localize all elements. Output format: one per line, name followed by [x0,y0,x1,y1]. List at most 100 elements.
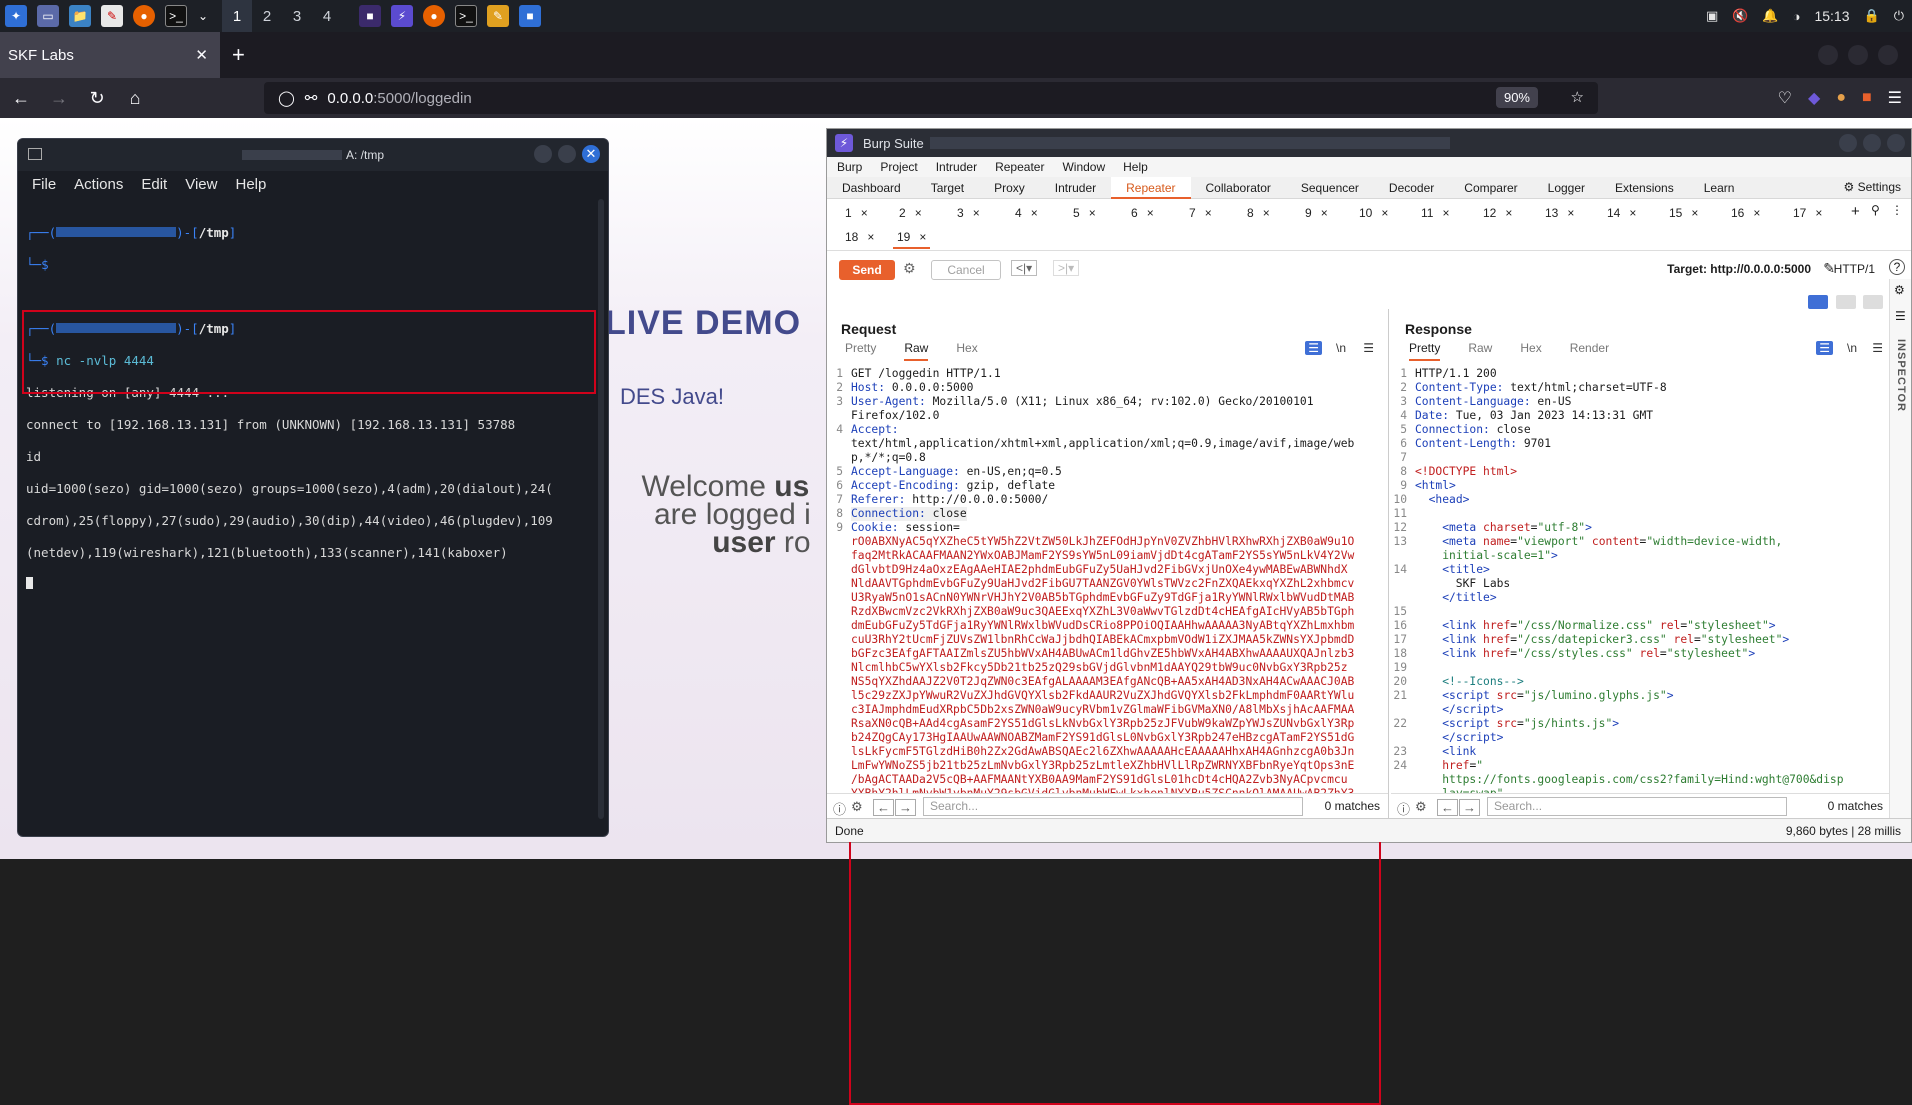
power-icon[interactable]: ◑ [1793,9,1801,24]
request-editor[interactable]: 1 GET /loggedin HTTP/1.1 2 Host: 0.0.0.0:50… [827,367,1388,797]
app-window-icon[interactable]: ■ [359,5,381,27]
file-manager-icon[interactable]: 📁 [69,5,91,27]
close-tab-icon[interactable]: ✕ [195,46,208,64]
cancel-button[interactable]: Cancel [931,260,1001,280]
minimize-icon[interactable] [1818,45,1838,65]
extension-icon[interactable]: ◆ [1808,88,1820,108]
menu-help[interactable]: Help [235,176,266,193]
request-search-input[interactable]: Search... [923,797,1303,816]
repeater-tab-active[interactable]: 19 × [893,225,931,249]
burp-window-icon[interactable]: ⚡ [391,5,413,27]
prev-match-icon[interactable]: ← [873,799,894,816]
menu-file[interactable]: File [32,176,56,193]
next-match-icon[interactable]: → [1459,799,1480,816]
tab-hex[interactable]: Hex [1520,341,1541,361]
list-icon[interactable]: ☰ [1895,309,1906,323]
bookmark-star-icon[interactable]: ☆ [1571,88,1584,106]
firefox-window-icon[interactable]: ● [423,5,445,27]
app-menu-icon[interactable]: ☰ [1888,88,1902,108]
repeater-tab[interactable]: 6 × [1131,201,1154,225]
zoom-badge[interactable]: 90% [1495,87,1538,108]
close-window-icon[interactable] [1878,45,1898,65]
newline-toggle-icon[interactable]: \n [1847,341,1857,355]
logout-icon[interactable]: ⏻ [1894,8,1904,24]
repeater-tab[interactable]: 8 × [1247,201,1270,225]
tool-dashboard[interactable]: Dashboard [827,177,916,199]
tool-logger[interactable]: Logger [1533,177,1600,199]
chevron-down-icon[interactable]: ⌄ [197,5,209,27]
help-icon[interactable]: ⓘ [833,799,846,818]
minimize-icon[interactable] [534,145,552,163]
inspector-label[interactable]: INSPECTOR [1895,339,1907,412]
pretty-toggle-icon[interactable]: ☰ [1305,341,1322,355]
repeater-tab[interactable]: 15 × [1669,201,1698,225]
repeater-tab[interactable]: 10 × [1359,201,1388,225]
tab-render[interactable]: Render [1570,341,1609,361]
shield-icon[interactable]: ◯ [278,89,295,107]
workspace-2[interactable]: 2 [252,0,282,32]
screen-icon[interactable]: ▣ [1706,8,1718,24]
menu-actions[interactable]: Actions [74,176,123,193]
workspace-1[interactable]: 1 [222,0,252,32]
repeater-tab[interactable]: 1 × [845,201,868,225]
editor-window-icon[interactable]: ✎ [487,5,509,27]
menu-help[interactable]: Help [1123,160,1148,174]
kali-menu-icon[interactable]: ✦ [5,5,27,27]
newline-toggle-icon[interactable]: \n [1336,341,1346,355]
tool-intruder[interactable]: Intruder [1040,177,1111,199]
maximize-icon[interactable] [558,145,576,163]
tab-pretty[interactable]: Pretty [845,341,876,361]
burp-extension-icon[interactable]: ■ [1862,89,1872,107]
repeater-tab[interactable]: 11 × [1421,201,1449,225]
foxyproxy-icon[interactable]: ● [1836,89,1846,107]
repeater-tab[interactable]: 5 × [1073,201,1096,225]
page-info-icon[interactable]: ⚯ [305,89,318,107]
close-icon[interactable]: ✕ [582,145,600,163]
next-match-icon[interactable]: → [895,799,916,816]
terminal-window-icon[interactable]: >_ [455,5,477,27]
send-button[interactable]: Send [839,260,895,280]
options-menu-icon[interactable]: ☰ [1363,341,1374,355]
minimize-icon[interactable] [1839,134,1857,152]
tab-raw[interactable]: Raw [1468,341,1492,361]
folder-window-icon[interactable]: ■ [519,5,541,27]
home-icon[interactable]: ⌂ [118,81,152,115]
repeater-tab[interactable]: 12 × [1483,201,1512,225]
prev-match-icon[interactable]: ← [1437,799,1458,816]
tool-repeater[interactable]: Repeater [1111,176,1191,199]
notification-icon[interactable]: 🔔 [1762,8,1778,24]
tab-hex[interactable]: Hex [956,341,977,361]
menu-view[interactable]: View [185,176,217,193]
clock[interactable]: 15:13 [1814,8,1849,24]
search-icon[interactable]: ⚲ [1871,203,1880,217]
repeater-tab[interactable]: 7 × [1189,201,1212,225]
back-icon[interactable]: ← [4,81,38,115]
repeater-tab[interactable]: 4 × [1015,201,1038,225]
repeater-tab[interactable]: 2 × [899,201,922,225]
protocol-label[interactable]: HTTP/1 [1834,262,1875,276]
repeater-tab[interactable]: 14 × [1607,201,1636,225]
repeater-tab[interactable]: 13 × [1545,201,1574,225]
split-vertical-icon[interactable] [1835,295,1856,309]
tool-comparer[interactable]: Comparer [1449,177,1532,199]
reload-icon[interactable]: ↻ [80,81,114,115]
url-bar[interactable]: ◯ ⚯ 0.0.0.0:5000/loggedin 90% ☆ [264,82,1598,114]
terminal-window[interactable]: A: /tmp ✕ File Actions Edit View Help ┌─… [17,138,609,837]
inspector-panel[interactable]: ⚙ ☰ INSPECTOR [1889,279,1911,819]
menu-window[interactable]: Window [1062,160,1105,174]
gear-icon[interactable]: ⚙ [1415,799,1427,815]
tool-sequencer[interactable]: Sequencer [1286,177,1374,199]
tool-target[interactable]: Target [916,177,979,199]
history-back-icon[interactable]: <|▾ [1011,260,1038,276]
menu-burp[interactable]: Burp [837,160,862,174]
lock-icon[interactable]: 🔒 [1864,8,1880,24]
help-icon[interactable]: ? [1889,259,1905,275]
mute-icon[interactable]: 🔇 [1732,8,1748,24]
tool-decoder[interactable]: Decoder [1374,177,1449,199]
pretty-toggle-icon[interactable]: ☰ [1816,341,1833,355]
scrollbar[interactable] [598,199,604,819]
menu-project[interactable]: Project [880,160,917,174]
gear-icon[interactable]: ⚙ [903,260,916,277]
repeater-tab[interactable]: 18 × [845,225,874,249]
help-icon[interactable]: ⓘ [1397,799,1410,818]
